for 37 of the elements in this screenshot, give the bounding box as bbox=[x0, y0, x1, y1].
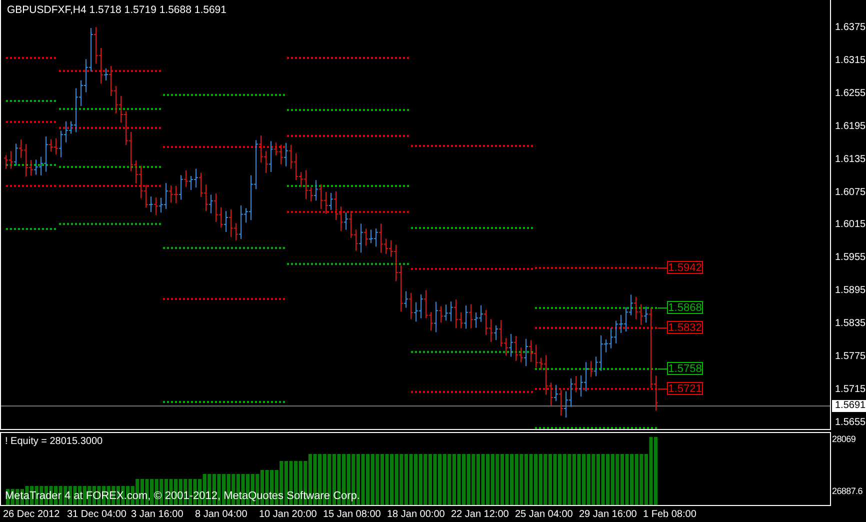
price-axis-label: 1.6375 bbox=[835, 22, 866, 33]
price-axis-label: 1.6075 bbox=[835, 186, 866, 198]
equity-axis-label: 26887.6 bbox=[832, 486, 864, 496]
indicator-label: ! Equity = 28015.3000 bbox=[5, 436, 103, 447]
time-axis-label: 29 Jan 16:00 bbox=[579, 508, 638, 520]
time-axis-label: 26 Dec 2012 bbox=[3, 508, 61, 520]
time-axis-label: 1 Feb 08:00 bbox=[643, 508, 698, 520]
time-axis-label: 3 Jan 16:00 bbox=[131, 508, 184, 520]
time-axis-label: 18 Jan 00:00 bbox=[387, 508, 446, 520]
price-axis-label: 1.6135 bbox=[835, 154, 866, 165]
price-axis-label: 1.6255 bbox=[835, 88, 866, 99]
time-axis-label: 31 Dec 04:00 bbox=[67, 508, 128, 520]
time-axis-label: 10 Jan 20:00 bbox=[259, 508, 318, 520]
price-axis-label: 1.5835 bbox=[835, 318, 866, 330]
copyright-text: MetaTrader 4 at FOREX.com, © 2001-2012, MetaQuotes Software Corp. bbox=[5, 490, 360, 502]
price-axis-label: 1.5715 bbox=[835, 384, 866, 395]
price-level-tag: 1.5868 bbox=[667, 301, 703, 314]
chart-title: GBPUSDFXF,H4 1.5718 1.5719 1.5688 1.5691 bbox=[7, 4, 226, 16]
leader-line bbox=[658, 368, 668, 370]
time-axis-label: 22 Jan 12:00 bbox=[451, 508, 510, 520]
price-axis-label: 1.5955 bbox=[835, 252, 866, 264]
price-level-tag: 1.5832 bbox=[667, 321, 703, 334]
price-axis-label: 1.5775 bbox=[835, 351, 866, 362]
time-axis-label: 8 Jan 04:00 bbox=[195, 508, 248, 520]
price-axis-label: 1.6195 bbox=[835, 120, 866, 132]
price-level-tag: 1.5758 bbox=[667, 362, 703, 375]
price-level-tag: 1.5942 bbox=[667, 261, 703, 274]
equity-axis-label: 28069 bbox=[832, 434, 857, 444]
price-axis-label: 1.5655 bbox=[835, 416, 866, 428]
time-axis-label: 25 Jan 04:00 bbox=[515, 508, 574, 520]
price-axis-label: 1.5895 bbox=[835, 285, 866, 296]
leader-line bbox=[658, 388, 668, 390]
price-level-tag: 1.5721 bbox=[667, 382, 703, 395]
price-axis-label: 1.6315 bbox=[835, 54, 866, 66]
price-axis-label: 1.6015 bbox=[835, 219, 866, 230]
time-axis-label: 15 Jan 08:00 bbox=[323, 508, 382, 520]
current-price-label: 1.5691 bbox=[832, 400, 866, 412]
